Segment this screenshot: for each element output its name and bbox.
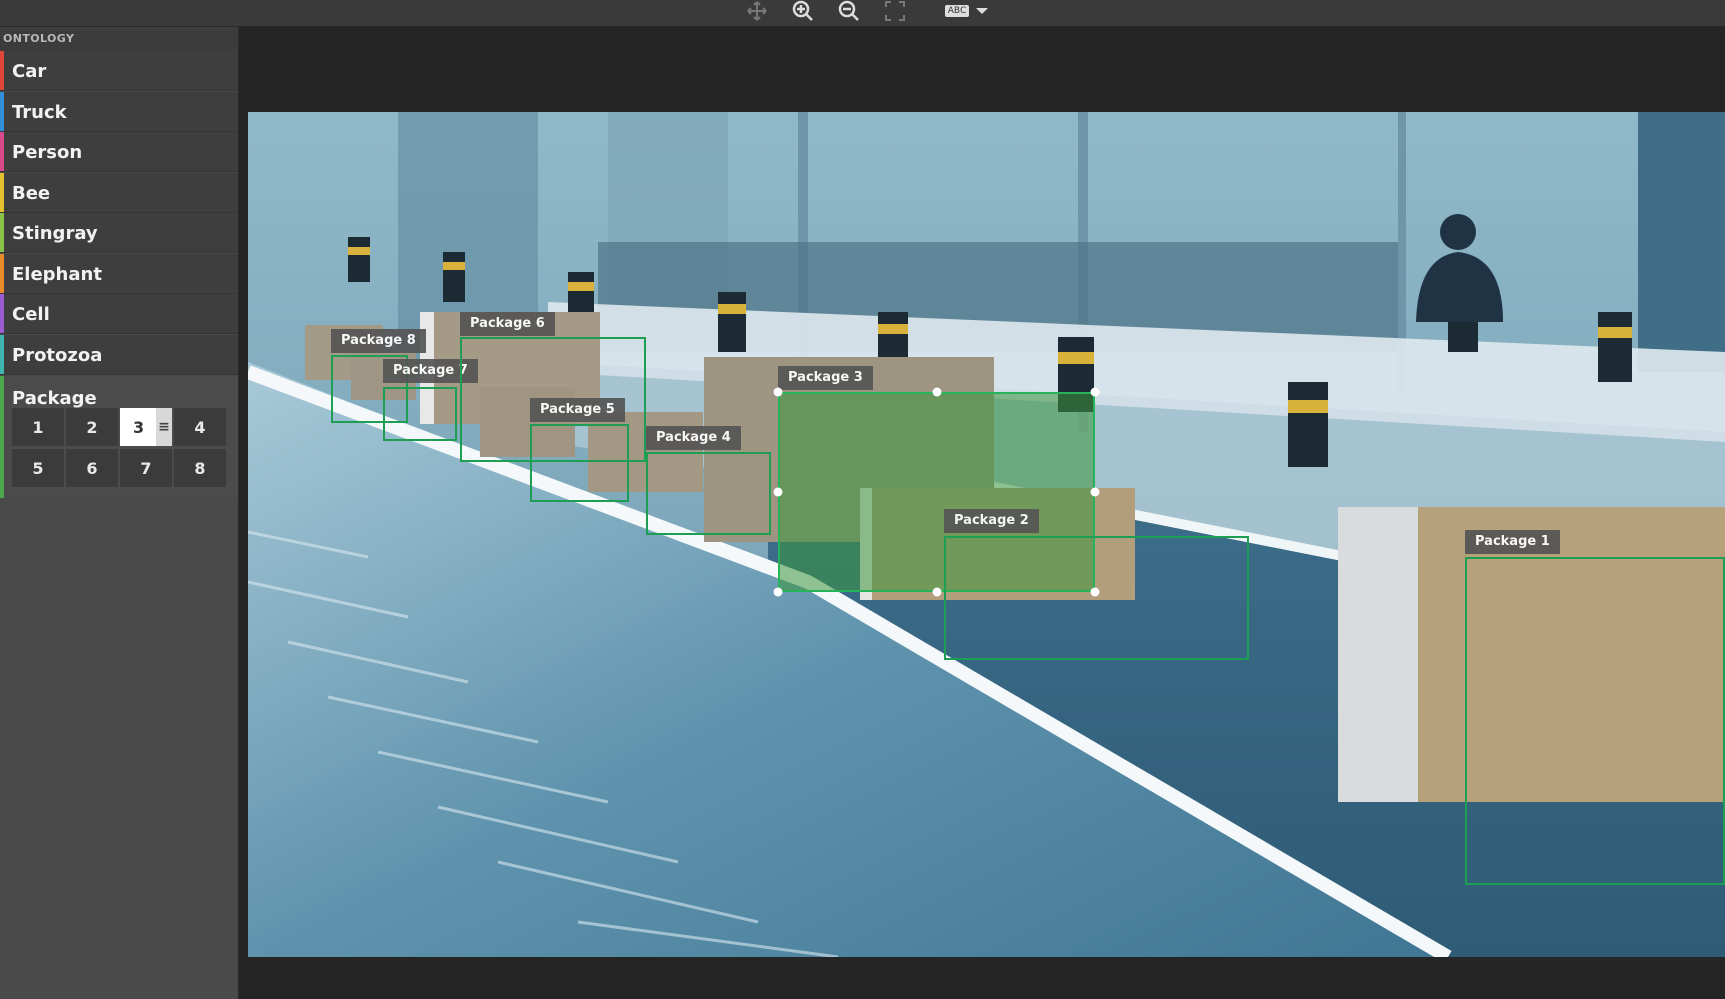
bounding-box-package-7[interactable] [383,387,457,441]
class-color-swatch [0,132,4,171]
bounding-box-label[interactable]: Package 3 [778,366,873,390]
bounding-box-package-2[interactable] [944,536,1249,660]
class-color-swatch [0,213,4,252]
bounding-box-package-4[interactable] [646,452,771,535]
resize-handle[interactable] [773,387,783,397]
instance-number: 3 [133,417,145,437]
list-icon[interactable]: ≡ [156,408,172,446]
instance-button-6[interactable]: 6 [66,449,118,487]
class-label: Truck [12,101,67,123]
instance-number: 8 [194,458,206,478]
move-icon[interactable] [745,0,769,22]
zoom-in-icon[interactable] [790,0,816,22]
bounding-box-label[interactable]: Package 2 [944,509,1039,533]
instance-button-3[interactable]: 3 ≡ [120,408,172,446]
bounding-box-label[interactable]: Package 5 [530,398,625,422]
class-item-car[interactable]: Car [0,51,238,91]
label-toggle-text: ABC [944,5,970,17]
fit-screen-icon[interactable] [883,0,907,22]
resize-handle[interactable] [1090,387,1100,397]
class-color-swatch [0,334,4,374]
instance-button-2[interactable]: 2 [66,408,118,446]
class-label: Package [12,388,97,409]
class-item-bee[interactable]: Bee [0,172,238,213]
class-color-swatch [0,253,4,293]
resize-handle[interactable] [773,587,783,597]
instance-button-7[interactable]: 7 [120,449,172,487]
bounding-box-package-5[interactable] [530,424,629,502]
instance-number: 2 [86,417,98,437]
class-label: Cell [12,304,50,325]
class-item-elephant[interactable]: Elephant [0,253,238,294]
class-label: Bee [12,182,51,204]
annotation-image[interactable]: Package 8 Package 7 Package 6 Package 5 Pack… [248,112,1725,957]
class-label: Car [12,61,47,82]
resize-handle[interactable] [932,587,941,597]
class-item-package[interactable]: Package 1 2 3 ≡ 4 5 6 7 8 [0,376,238,498]
instance-button-8[interactable]: 8 [174,449,226,487]
class-label: Elephant [12,263,102,285]
instance-number: 4 [194,417,206,437]
ontology-header: ONTOLOGY [0,27,238,51]
chevron-down-icon [976,8,989,14]
class-color-swatch [0,172,4,212]
class-item-protozoa[interactable]: Protozoa [0,334,238,375]
class-item-truck[interactable]: Truck [0,91,238,132]
class-label: Stingray [12,223,98,244]
class-label: Protozoa [12,344,103,366]
zoom-out-icon[interactable] [836,0,862,22]
bounding-box-label[interactable]: Package 4 [646,426,741,450]
class-color-swatch [0,91,4,131]
class-item-cell[interactable]: Cell [0,294,238,334]
resize-handle[interactable] [1090,487,1100,497]
class-color-swatch [0,376,4,498]
top-toolbar: ABC [0,0,1725,26]
instance-number: 1 [32,417,44,437]
resize-handle[interactable] [773,487,783,497]
bounding-box-label[interactable]: Package 8 [331,329,426,353]
class-label: Person [12,142,83,163]
class-item-person[interactable]: Person [0,132,238,172]
bounding-box-label[interactable]: Package 6 [460,312,555,336]
instance-button-5[interactable]: 5 [12,449,64,487]
instance-button-1[interactable]: 1 [12,408,64,446]
instance-number: 6 [86,458,98,478]
instance-number: 7 [140,458,152,478]
ontology-sidebar: ONTOLOGY Car Truck Person Bee Stingray Elepha… [0,27,238,999]
class-color-swatch [0,294,4,333]
ontology-title: ONTOLOGY [3,32,75,45]
class-item-stingray[interactable]: Stingray [0,213,238,253]
text-label-toggle-icon[interactable]: ABC [937,0,997,22]
bounding-box-label[interactable]: Package 1 [1465,530,1560,554]
bounding-box-package-1[interactable] [1465,557,1725,885]
instance-number: 5 [32,458,44,478]
class-color-swatch [0,51,4,90]
instance-button-4[interactable]: 4 [174,408,226,446]
resize-handle[interactable] [932,387,941,397]
